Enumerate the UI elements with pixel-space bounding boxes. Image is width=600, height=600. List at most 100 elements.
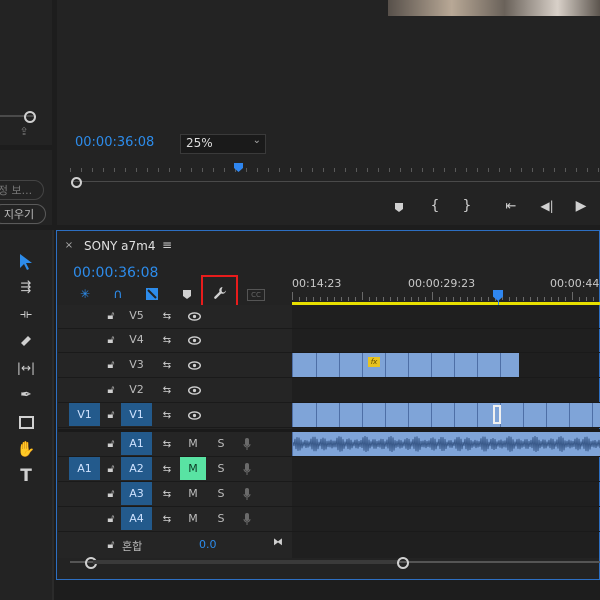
sync-lock-icon[interactable]: ⇆ [160, 333, 174, 347]
solo-button[interactable]: S [212, 507, 230, 530]
mute-button[interactable]: M [180, 507, 206, 530]
rectangle-tool-icon[interactable] [14, 411, 38, 433]
monitor-scrollbar[interactable] [72, 181, 600, 182]
track-lock-icon[interactable]: 🔓︎ [104, 407, 118, 423]
track-lock-icon[interactable]: 🔓︎ [104, 382, 118, 398]
sync-lock-icon[interactable]: ⇆ [160, 437, 174, 451]
program-timecode[interactable]: 00:00:36:08 [75, 135, 154, 150]
sync-lock-icon[interactable]: ⇆ [160, 383, 174, 397]
monitor-ruler[interactable] [70, 168, 600, 176]
source-scroll-handle[interactable] [24, 111, 36, 123]
track-lock-icon[interactable]: 🔓︎ [104, 357, 118, 373]
sync-lock-icon[interactable]: ⇆ [160, 462, 174, 476]
microphone-icon[interactable] [240, 511, 254, 527]
play-icon[interactable]: ▶ [572, 198, 590, 214]
step-back-icon[interactable]: ◀| [538, 199, 556, 213]
eye-icon[interactable] [186, 408, 202, 422]
microphone-icon[interactable] [240, 486, 254, 502]
clip-segment-line [569, 403, 570, 427]
source-patch-a1[interactable]: A1 [69, 457, 100, 480]
type-tool-icon[interactable]: T [14, 465, 38, 487]
clip-v1-edit-point[interactable] [493, 405, 501, 424]
eye-icon[interactable] [186, 383, 202, 397]
track-target-v1[interactable]: V1 [121, 403, 152, 426]
ruler-tick [334, 297, 335, 301]
mute-button[interactable]: M [180, 457, 206, 480]
solo-button[interactable]: S [212, 432, 230, 455]
mix-lock-icon[interactable]: 🔓︎ [104, 537, 118, 553]
selection-tool-icon[interactable] [14, 250, 38, 274]
ripple-edit-tool-icon[interactable]: ⟛ [14, 303, 38, 325]
clip-segment-line [339, 353, 340, 377]
mute-button[interactable]: M [180, 482, 206, 505]
monitor-ruler-tick [312, 168, 313, 172]
sync-lock-icon[interactable]: ⇆ [160, 408, 174, 422]
zoom-select[interactable]: 25% ⌄ [180, 134, 266, 154]
timeline-scroll-thumb[interactable] [93, 560, 398, 564]
nest-icon[interactable]: ✳ [77, 287, 93, 301]
track-lock-icon[interactable]: 🔓︎ [104, 511, 118, 527]
source-patch-v1[interactable]: V1 [69, 403, 100, 426]
mute-button[interactable]: M [180, 432, 206, 455]
sync-lock-icon[interactable]: ⇆ [160, 358, 174, 372]
track-target-a4[interactable]: A4 [121, 507, 152, 530]
captions-icon[interactable]: CC [247, 289, 265, 301]
mark-in-icon[interactable]: { [428, 198, 442, 214]
track-target-a1[interactable]: A1 [121, 432, 152, 455]
monitor-scroll-handle[interactable] [71, 177, 82, 188]
track-target-v5[interactable]: V5 [121, 304, 152, 327]
video-preview [388, 0, 600, 16]
close-icon[interactable]: × [62, 238, 76, 252]
timeline-scroll-end[interactable] [397, 557, 409, 569]
track-lock-icon[interactable]: 🔓︎ [104, 436, 118, 452]
microphone-icon[interactable] [240, 436, 254, 452]
sync-lock-icon[interactable]: ⇆ [160, 487, 174, 501]
sequence-tab-name[interactable]: SONY a7m4 [84, 239, 156, 253]
track-lock-icon[interactable]: 🔓︎ [104, 332, 118, 348]
add-marker-icon[interactable] [180, 288, 194, 302]
solo-button[interactable]: S [212, 457, 230, 480]
track-lock-icon[interactable]: 🔓︎ [104, 461, 118, 477]
mix-value[interactable]: 0.0 [199, 538, 217, 551]
time-ruler[interactable]: 00:14:23 00:00:29:23 00:00:44:2 [292, 270, 600, 304]
snap-icon[interactable]: ∩ [110, 287, 126, 302]
hand-tool-icon[interactable]: ✋ [14, 438, 38, 460]
track-target-v2[interactable]: V2 [121, 378, 152, 401]
sequence-timecode[interactable]: 00:00:36:08 [73, 265, 158, 281]
eye-icon[interactable] [186, 333, 202, 347]
razor-tool-icon[interactable] [14, 330, 38, 352]
go-to-in-icon[interactable]: ⇤ [502, 199, 520, 214]
track-row-divider [58, 531, 600, 532]
audio-waveform [293, 435, 600, 453]
wrench-icon[interactable] [212, 285, 228, 301]
microphone-icon[interactable] [240, 461, 254, 477]
track-target-v4[interactable]: V4 [121, 328, 152, 351]
clip-v1[interactable] [292, 403, 600, 427]
track-select-tool-icon[interactable]: ⇶ [14, 276, 38, 298]
eye-icon[interactable] [186, 358, 202, 372]
sync-lock-icon[interactable]: ⇆ [160, 512, 174, 526]
pen-tool-icon[interactable]: ✒ [14, 384, 38, 406]
linked-selection-icon[interactable] [144, 286, 160, 302]
eye-icon[interactable] [186, 309, 202, 323]
monitor-ruler-tick [147, 168, 148, 172]
menu-icon[interactable]: ≡ [160, 238, 174, 252]
track-target-a3[interactable]: A3 [121, 482, 152, 505]
add-marker-icon[interactable] [392, 200, 406, 214]
track-lock-icon[interactable]: 🔓︎ [104, 308, 118, 324]
export-icon[interactable]: ⇪ [16, 124, 32, 138]
track-lock-icon[interactable]: 🔓︎ [104, 486, 118, 502]
sync-lock-icon[interactable]: ⇆ [160, 309, 174, 323]
clip-a1[interactable] [292, 432, 600, 456]
solo-button[interactable]: S [212, 482, 230, 505]
slip-tool-icon[interactable]: |↔| [14, 357, 38, 379]
info-button[interactable]: 정 보... [0, 180, 44, 200]
ruler-tick [453, 297, 454, 301]
track-target-a2[interactable]: A2 [121, 457, 152, 480]
go-to-end-icon[interactable]: ⧓ [270, 535, 286, 549]
mark-out-icon[interactable]: } [460, 198, 474, 214]
track-target-v3[interactable]: V3 [121, 353, 152, 376]
clip-segment-line [477, 353, 478, 377]
clip-v3[interactable]: fx [292, 353, 519, 377]
clear-button[interactable]: 지우기 [0, 204, 46, 224]
